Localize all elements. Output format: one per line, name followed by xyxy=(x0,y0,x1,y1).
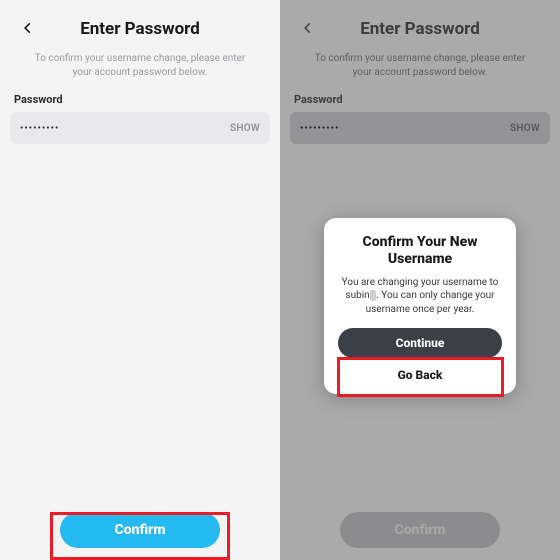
header: Enter Password xyxy=(10,12,270,46)
header: Enter Password xyxy=(290,12,550,46)
show-password-button: SHOW xyxy=(510,123,540,134)
modal-body: You are changing your username to subin … xyxy=(338,276,502,317)
chevron-left-icon xyxy=(301,21,315,35)
modal-title-line1: Confirm Your New xyxy=(338,234,502,251)
go-back-button[interactable]: Go Back xyxy=(338,368,502,382)
password-label: Password xyxy=(290,93,550,106)
password-masked-value: ••••••••• xyxy=(300,123,339,134)
chevron-left-icon xyxy=(21,21,35,35)
confirm-username-modal: Confirm Your New Username You are changi… xyxy=(324,218,516,394)
password-input: ••••••••• SHOW xyxy=(290,112,550,144)
confirm-button[interactable]: Confirm xyxy=(60,512,220,548)
continue-button[interactable]: Continue xyxy=(338,328,502,358)
back-button[interactable] xyxy=(16,16,40,40)
confirm-wrap: Confirm xyxy=(290,512,550,550)
screen-enter-password-active: Enter Password To confirm your username … xyxy=(0,0,280,560)
password-label: Password xyxy=(10,93,270,106)
spacer xyxy=(10,144,270,512)
modal-body-suffix: . You can only change your username once… xyxy=(366,290,495,315)
confirm-button-label: Confirm xyxy=(395,522,446,538)
page-title: Enter Password xyxy=(80,19,200,39)
back-button xyxy=(296,16,320,40)
subtitle-text: To confirm your username change, please … xyxy=(290,46,550,93)
modal-title-line2: Username xyxy=(338,251,502,268)
screen-enter-password-with-modal: Enter Password To confirm your username … xyxy=(280,0,560,560)
show-password-button[interactable]: SHOW xyxy=(230,123,260,134)
continue-button-label: Continue xyxy=(396,336,445,350)
go-back-button-label: Go Back xyxy=(398,368,443,382)
password-masked-value: ••••••••• xyxy=(20,123,59,134)
page-title: Enter Password xyxy=(360,19,480,39)
confirm-button-label: Confirm xyxy=(115,522,166,538)
confirm-wrap: Confirm xyxy=(10,512,270,550)
subtitle-text: To confirm your username change, please … xyxy=(10,46,270,93)
confirm-button-disabled: Confirm xyxy=(340,512,500,548)
password-input[interactable]: ••••••••• SHOW xyxy=(10,112,270,144)
modal-title: Confirm Your New Username xyxy=(338,234,502,268)
